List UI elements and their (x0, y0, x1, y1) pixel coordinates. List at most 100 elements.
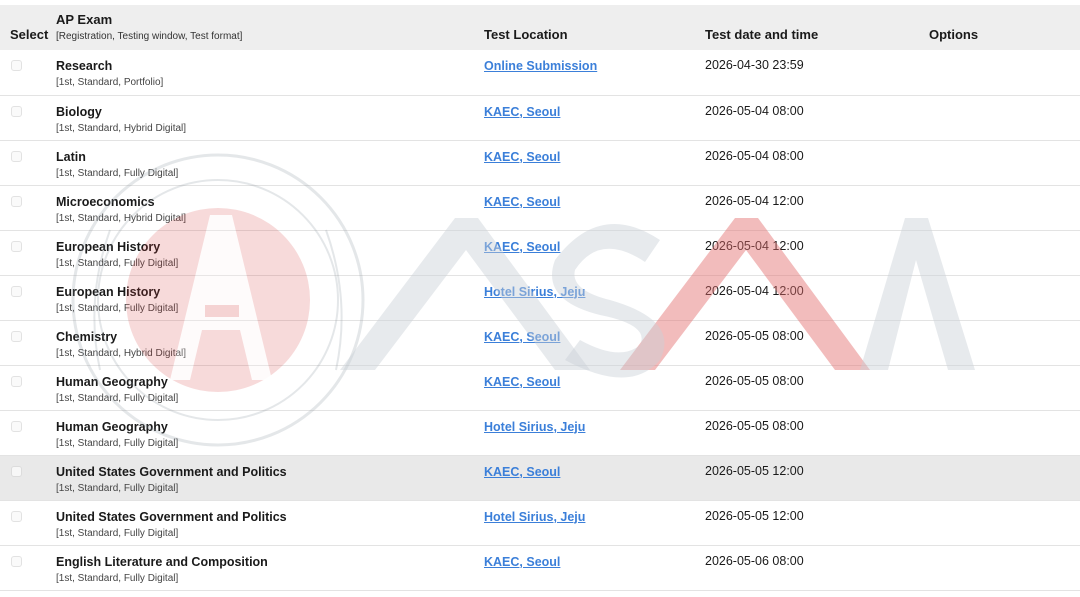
header-datetime: Test date and time (705, 27, 819, 42)
location-cell: KAEC, Seoul (484, 320, 705, 365)
exam-cell: Human Geography [1st, Standard, Fully Di… (46, 365, 484, 410)
location-cell: Hotel Sirius, Jeju (484, 275, 705, 320)
exam-name: European History (56, 239, 161, 254)
options-cell (929, 500, 1080, 545)
datetime-cell: 2026-05-05 08:00 (705, 328, 804, 343)
exam-name: Chemistry (56, 329, 118, 344)
exam-meta: [1st, Standard, Hybrid Digital] (56, 347, 187, 359)
location-link[interactable]: Online Submission (484, 59, 597, 73)
select-checkbox[interactable] (11, 60, 22, 71)
table-row: Research [1st, Standard, Portfolio] Onli… (0, 50, 1080, 95)
location-link[interactable]: KAEC, Seoul (484, 105, 560, 119)
select-cell (0, 500, 46, 545)
datetime-cell: 2026-05-04 08:00 (705, 148, 804, 163)
select-cell (0, 365, 46, 410)
table-row: Latin [1st, Standard, Fully Digital] KAE… (0, 140, 1080, 185)
location-cell: KAEC, Seoul (484, 185, 705, 230)
exam-name: European History (56, 284, 161, 299)
select-checkbox[interactable] (11, 510, 22, 522)
table-row: Human Geography [1st, Standard, Fully Di… (0, 365, 1080, 410)
header-options: Options (929, 27, 979, 42)
exam-cell: United States Government and Politics [1… (46, 455, 484, 500)
select-checkbox[interactable] (11, 555, 22, 567)
location-cell: KAEC, Seoul (484, 95, 705, 140)
select-checkbox[interactable] (11, 195, 22, 207)
exam-name: Human Geography (56, 419, 168, 434)
select-checkbox[interactable] (11, 285, 22, 297)
exam-meta: [1st, Standard, Hybrid Digital] (56, 122, 187, 134)
location-link[interactable]: Hotel Sirius, Jeju (484, 285, 585, 299)
datetime-cell: 2026-04-30 23:59 (705, 58, 804, 72)
options-cell (929, 95, 1080, 140)
datetime-cell: 2026-05-05 08:00 (705, 418, 804, 433)
exam-meta: [1st, Standard, Fully Digital] (56, 482, 179, 494)
select-checkbox[interactable] (11, 375, 22, 387)
exam-meta: [1st, Standard, Fully Digital] (56, 302, 179, 314)
select-checkbox[interactable] (11, 330, 22, 342)
exam-cell: United States Government and Politics [1… (46, 500, 484, 545)
exam-name: Microeconomics (56, 194, 155, 209)
datetime-cell: 2026-05-04 08:00 (705, 103, 804, 118)
exam-name: United States Government and Politics (56, 509, 287, 524)
select-cell (0, 275, 46, 320)
location-cell: KAEC, Seoul (484, 545, 705, 590)
options-cell (929, 140, 1080, 185)
table-row: Microeconomics [1st, Standard, Hybrid Di… (0, 185, 1080, 230)
select-checkbox[interactable] (11, 420, 22, 432)
table-header-row: Select AP Exam [Registration, Testing wi… (0, 5, 1080, 50)
exam-meta: [1st, Standard, Fully Digital] (56, 437, 179, 449)
select-cell (0, 455, 46, 500)
location-cell: Hotel Sirius, Jeju (484, 410, 705, 455)
exam-name: Research (56, 59, 113, 73)
select-checkbox[interactable] (11, 150, 22, 162)
exam-table: Select AP Exam [Registration, Testing wi… (0, 5, 1080, 591)
location-link[interactable]: KAEC, Seoul (484, 555, 560, 569)
select-cell (0, 185, 46, 230)
location-link[interactable]: KAEC, Seoul (484, 465, 560, 479)
header-select: Select (10, 27, 49, 42)
location-link[interactable]: Hotel Sirius, Jeju (484, 510, 585, 524)
location-link[interactable]: KAEC, Seoul (484, 150, 560, 164)
header-location: Test Location (484, 27, 568, 42)
exam-cell: Human Geography [1st, Standard, Fully Di… (46, 410, 484, 455)
location-link[interactable]: KAEC, Seoul (484, 375, 560, 389)
exam-name: Human Geography (56, 374, 168, 389)
datetime-cell: 2026-05-05 08:00 (705, 373, 804, 388)
options-cell (929, 50, 1080, 95)
exam-name: English Literature and Composition (56, 554, 268, 569)
table-row: European History [1st, Standard, Fully D… (0, 275, 1080, 320)
options-cell (929, 455, 1080, 500)
exam-meta: [1st, Standard, Fully Digital] (56, 527, 179, 539)
datetime-cell: 2026-05-05 12:00 (705, 508, 804, 523)
exam-cell: European History [1st, Standard, Fully D… (46, 230, 484, 275)
options-cell (929, 185, 1080, 230)
exam-cell: English Literature and Composition [1st,… (46, 545, 484, 590)
location-link[interactable]: KAEC, Seoul (484, 240, 560, 254)
select-cell (0, 410, 46, 455)
select-cell (0, 230, 46, 275)
exam-cell: Biology [1st, Standard, Hybrid Digital] (46, 95, 484, 140)
options-cell (929, 320, 1080, 365)
location-link[interactable]: KAEC, Seoul (484, 195, 560, 209)
table-row: Biology [1st, Standard, Hybrid Digital] … (0, 95, 1080, 140)
select-cell (0, 545, 46, 590)
location-cell: KAEC, Seoul (484, 365, 705, 410)
location-cell: Online Submission (484, 50, 705, 95)
exam-registration-page: Select AP Exam [Registration, Testing wi… (0, 0, 1080, 597)
datetime-cell: 2026-05-04 12:00 (705, 283, 804, 298)
exam-cell: Latin [1st, Standard, Fully Digital] (46, 140, 484, 185)
table-row: Chemistry [1st, Standard, Hybrid Digital… (0, 320, 1080, 365)
table-row: Human Geography [1st, Standard, Fully Di… (0, 410, 1080, 455)
select-checkbox[interactable] (11, 105, 22, 117)
exam-cell: Research [1st, Standard, Portfolio] (46, 50, 484, 95)
exam-meta: [1st, Standard, Fully Digital] (56, 572, 179, 584)
datetime-cell: 2026-05-04 12:00 (705, 193, 804, 208)
header-exam-title: AP Exam (56, 12, 113, 27)
options-cell (929, 545, 1080, 590)
location-link[interactable]: Hotel Sirius, Jeju (484, 420, 585, 434)
table-row: United States Government and Politics [1… (0, 455, 1080, 500)
location-link[interactable]: KAEC, Seoul (484, 330, 560, 344)
select-checkbox[interactable] (11, 240, 22, 252)
header-exam-subtitle: [Registration, Testing window, Test form… (56, 31, 243, 42)
select-checkbox[interactable] (11, 465, 22, 477)
